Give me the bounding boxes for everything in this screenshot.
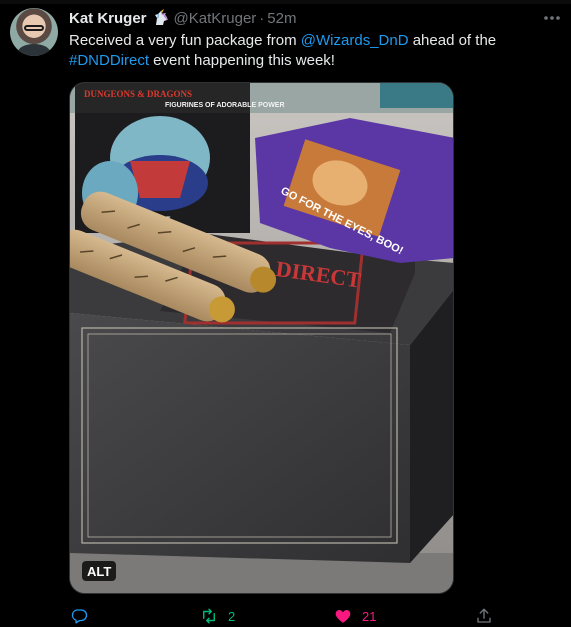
retweet-button[interactable]: 2 (199, 604, 235, 627)
author-display-name[interactable]: Kat Kruger (69, 10, 147, 27)
tweet-text: Received a very fun package from @Wizard… (69, 31, 571, 71)
tweet-timestamp[interactable]: 52m (267, 10, 296, 27)
retweet-icon (199, 606, 219, 626)
tweet-text-part3: event happening this week! (149, 52, 335, 69)
avatar-glasses (24, 25, 44, 31)
heart-icon (333, 606, 353, 626)
hashtag-link[interactable]: #DNDDirect (69, 52, 149, 69)
mention-link[interactable]: @Wizards_DnD (301, 32, 409, 49)
package-logo-text: DUNGEONS & DRAGONS (84, 89, 192, 99)
avatar-shirt (18, 44, 50, 56)
separator-dot: · (259, 9, 265, 27)
reply-button[interactable] (69, 604, 98, 627)
share-button[interactable] (474, 604, 494, 627)
more-options-icon[interactable] (542, 8, 562, 28)
alt-badge[interactable]: ALT (82, 561, 117, 581)
tweet-actions: 2 21 (69, 604, 509, 627)
unicorn-icon (152, 9, 170, 27)
tweet-text-part1: Received a very fun package from (69, 32, 301, 49)
reply-icon (69, 606, 89, 626)
package-title-text: FIGURINES OF ADORABLE POWER (165, 102, 285, 109)
previous-item-edge (0, 0, 571, 4)
like-count: 21 (362, 608, 377, 624)
tweet-header: Kat Kruger @KatKruger · 52m (69, 8, 296, 28)
author-handle[interactable]: @KatKruger (174, 10, 257, 27)
like-button[interactable]: 21 (333, 604, 376, 627)
share-icon (474, 606, 494, 626)
avatar[interactable] (10, 8, 58, 56)
tweet-text-part2: ahead of the (408, 32, 497, 49)
tweet-photo[interactable]: D&D DIRECT DUNGEONS & DRAGONS FIGURINES … (69, 82, 454, 594)
retweet-count: 2 (228, 608, 236, 624)
box-front (70, 313, 410, 563)
